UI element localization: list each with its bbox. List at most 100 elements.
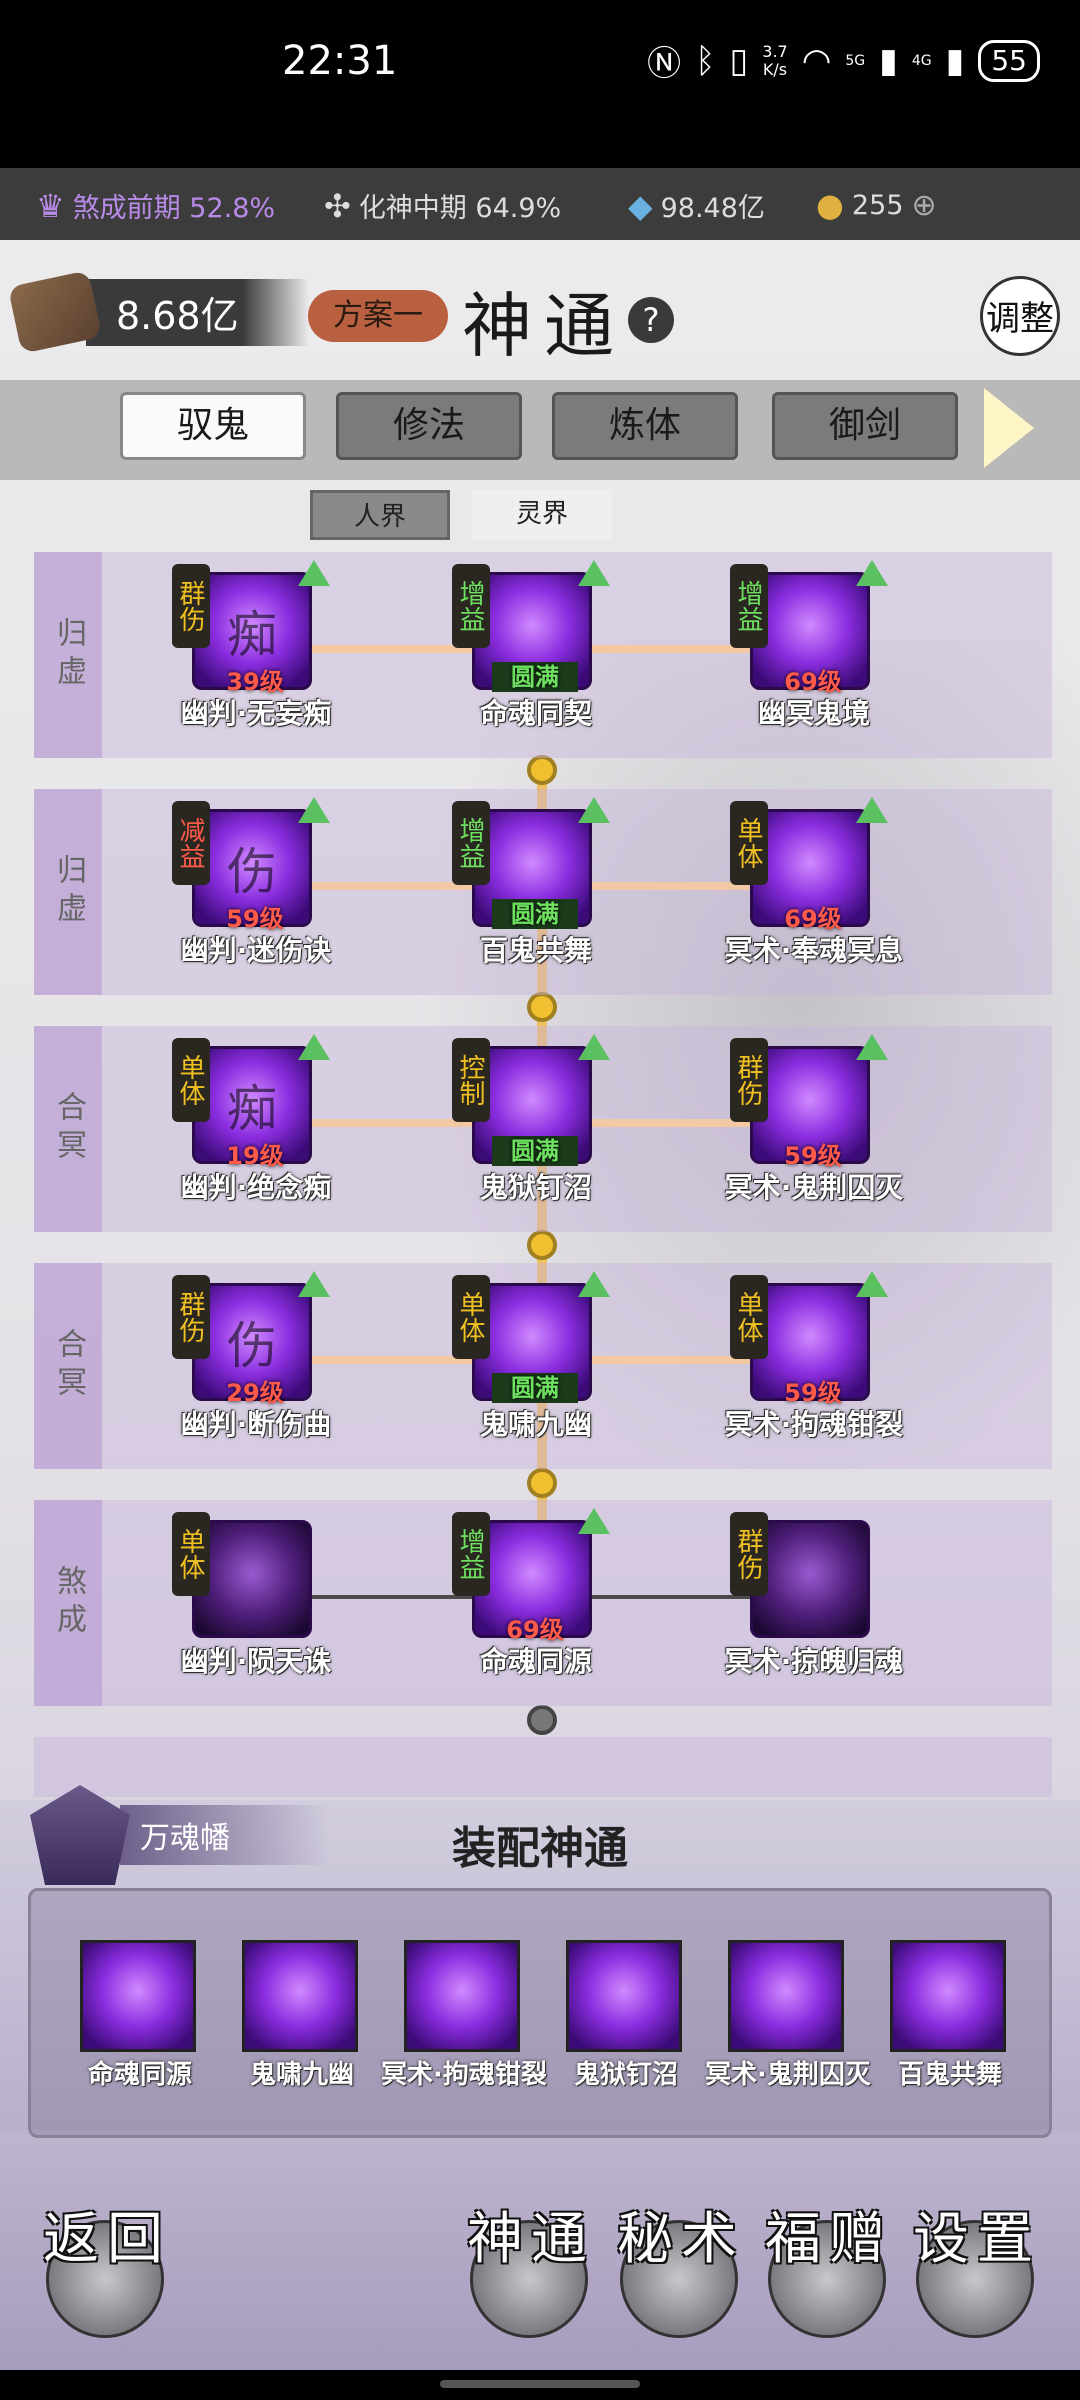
skill-node[interactable]: 增益 圆满 命魂同契 (426, 554, 646, 754)
nav-mishu-button[interactable]: 秘术 (617, 2209, 738, 2338)
skill-type-tag: 群伤 (172, 1275, 210, 1359)
next-arrow-icon[interactable] (984, 388, 1034, 468)
upgrade-arrow-icon (578, 1271, 610, 1297)
nav-settings-button[interactable]: 设置 (913, 2209, 1034, 2338)
equipped-skill-slot[interactable]: 百鬼共舞 (870, 1940, 1030, 2090)
bluetooth-icon: ᛒ (695, 40, 716, 81)
subtab-renjie[interactable]: 人界 (310, 490, 450, 540)
battery-indicator: 55 (978, 39, 1040, 82)
skill-type-tag: 单体 (452, 1275, 490, 1359)
wifi-icon: ◠ (801, 40, 832, 81)
row-tier-label: 归虚 (34, 552, 102, 758)
skill-icon (192, 1520, 312, 1638)
equipped-skill-icon (404, 1940, 520, 2052)
fan-icon: ✣ (324, 186, 351, 225)
row-tier-label: 合冥 (34, 1026, 102, 1232)
resource-crystal: ◆ 98.48亿 (628, 186, 765, 225)
skill-level: 圆满 (492, 662, 578, 692)
skill-name: 命魂同契 (479, 697, 592, 730)
upgrade-arrow-icon (578, 1508, 610, 1534)
upgrade-arrow-icon (298, 1271, 330, 1297)
help-icon[interactable]: ? (628, 297, 674, 343)
upgrade-arrow-icon (856, 797, 888, 823)
skill-type-tag: 单体 (172, 1512, 210, 1596)
skill-type-tag: 增益 (452, 1512, 490, 1596)
equipped-skill-icon (242, 1940, 358, 2052)
skill-node[interactable]: 伤 减益 59级 幽判·迷伤诀 (146, 791, 366, 991)
signal-4g: 4G (911, 52, 932, 69)
signal-5g: 5G (845, 52, 866, 69)
signal-bars-icon: ▮ (945, 40, 965, 81)
adjust-button[interactable]: 调整 (980, 276, 1060, 356)
skill-name: 鬼狱钉沼 (479, 1171, 592, 1204)
skill-level: 圆满 (492, 899, 578, 929)
equipped-skill-icon (728, 1940, 844, 2052)
skill-node[interactable]: 增益 69级 幽冥鬼境 (704, 554, 924, 754)
nav-shentong-button[interactable]: 神通 (467, 2209, 588, 2338)
tab-lianti[interactable]: 炼体 (552, 392, 738, 460)
skill-name: 鬼啸九幽 (479, 1408, 592, 1441)
skill-icon (750, 1520, 870, 1638)
coin-icon: ● (816, 186, 844, 224)
nav-fuzeng-button[interactable]: 福赠 (765, 2209, 886, 2338)
skill-node[interactable]: 增益 69级 命魂同源 (426, 1502, 646, 1702)
skill-node[interactable]: 群伤 冥术·掠魄归魂 (704, 1502, 924, 1702)
network-speed: 3.7 K/s (762, 41, 788, 79)
skill-level: 圆满 (492, 1136, 578, 1166)
skill-level: 圆满 (492, 1373, 578, 1403)
equipped-skill-slot[interactable]: 冥术·拘魂钳裂 (381, 1940, 547, 2090)
tab-yugui[interactable]: 驭鬼 (120, 392, 306, 460)
equipped-skill-slot[interactable]: 命魂同源 (60, 1940, 220, 2090)
tab-yujian[interactable]: 御剑 (772, 392, 958, 460)
skill-type-tag: 群伤 (730, 1512, 768, 1596)
equipped-skill-slot[interactable]: 冥术·鬼荆囚灭 (705, 1940, 871, 2090)
skill-type-tag: 单体 (730, 801, 768, 885)
equipped-skill-slot[interactable]: 鬼啸九幽 (222, 1940, 382, 2090)
skill-name: 冥术·掠魄归魂 (724, 1645, 904, 1678)
skill-node[interactable]: 痴 群伤 39级 幽判·无妄痴 (146, 554, 366, 754)
back-button[interactable]: 返回 (43, 2209, 164, 2338)
equipped-skill-name: 百鬼共舞 (897, 2060, 1002, 2090)
skill-name: 冥术·鬼荆囚灭 (724, 1171, 904, 1204)
skill-type-tag: 增益 (452, 564, 490, 648)
skill-name: 幽冥鬼境 (757, 697, 870, 730)
skill-name: 幽判·迷伤诀 (180, 934, 332, 967)
skill-node[interactable]: 群伤 59级 冥术·鬼荆囚灭 (704, 1028, 924, 1228)
skill-node[interactable]: 单体 幽判·陨天诛 (146, 1502, 366, 1702)
row-tier-label: 归虚 (34, 789, 102, 995)
skill-node[interactable]: 伤 群伤 29级 幽判·断伤曲 (146, 1265, 366, 1465)
skill-type-tag: 增益 (452, 801, 490, 885)
add-icon[interactable]: ⊕ (911, 188, 936, 223)
row-tier-label: 合冥 (34, 1263, 102, 1469)
skill-node[interactable]: 单体 圆满 鬼啸九幽 (426, 1265, 646, 1465)
subtab-lingjie[interactable]: 灵界 (472, 490, 612, 540)
upgrade-arrow-icon (578, 797, 610, 823)
skill-node[interactable]: 控制 圆满 鬼狱钉沼 (426, 1028, 646, 1228)
skill-node[interactable]: 单体 59级 冥术·拘魂钳裂 (704, 1265, 924, 1465)
skill-type-tag: 群伤 (172, 564, 210, 648)
skill-node[interactable]: 增益 圆满 百鬼共舞 (426, 791, 646, 991)
category-tabs: 驭鬼 修法 炼体 御剑 (0, 380, 1080, 480)
skill-type-tag: 单体 (730, 1275, 768, 1359)
equipped-skill-slot[interactable]: 鬼狱钉沼 (546, 1940, 706, 2090)
skill-name: 幽判·绝念痴 (180, 1171, 332, 1204)
vibrate-icon: ▯ (729, 40, 749, 81)
tab-xiufa[interactable]: 修法 (336, 392, 522, 460)
equipped-skill-icon (890, 1940, 1006, 2052)
resource-coin: ● 255 ⊕ (816, 186, 937, 224)
skill-type-tag: 群伤 (730, 1038, 768, 1122)
resource-realm: ✣ 化神中期 64.9% (324, 186, 562, 225)
skill-name: 命魂同源 (479, 1645, 592, 1678)
skill-name: 冥术·拘魂钳裂 (724, 1408, 904, 1441)
home-indicator[interactable] (440, 2380, 640, 2388)
tree-node (527, 1705, 557, 1735)
skill-node[interactable]: 单体 69级 冥术·奉魂冥息 (704, 791, 924, 991)
upgrade-arrow-icon (298, 797, 330, 823)
skill-node[interactable]: 痴 单体 19级 幽判·绝念痴 (146, 1028, 366, 1228)
upgrade-arrow-icon (298, 1034, 330, 1060)
plan-selector[interactable]: 方案一 (308, 290, 448, 342)
soul-icon: ♛ (36, 186, 65, 225)
equipped-skill-icon (80, 1940, 196, 2052)
status-bar: 22:31 Ⓝ ᛒ ▯ 3.7 K/s ◠ 5G ▮ 4G ▮ 55 (0, 0, 1080, 130)
currency-display: 8.68亿 (7, 270, 309, 354)
